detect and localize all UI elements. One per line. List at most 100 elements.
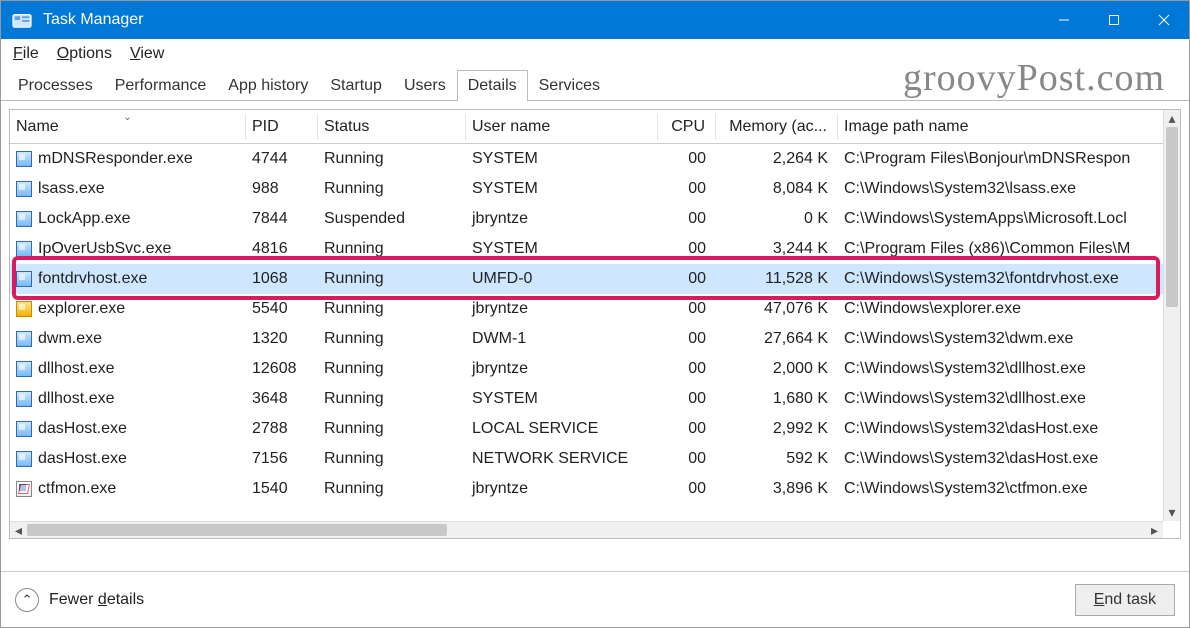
cell-user: SYSTEM	[466, 177, 658, 201]
scroll-left-icon[interactable]: ◂	[10, 522, 27, 539]
cell-memory: 3,244 K	[716, 237, 838, 261]
table-row[interactable]: dllhost.exe12608Runningjbryntze002,000 K…	[10, 354, 1181, 384]
cell-user: jbryntze	[466, 297, 658, 321]
table-row[interactable]: dasHost.exe7156RunningNETWORK SERVICE005…	[10, 444, 1181, 474]
cell-cpu: 00	[658, 327, 716, 351]
menu-file[interactable]: File	[13, 45, 39, 63]
cell-status: Running	[318, 267, 466, 291]
window-maximize-button[interactable]	[1089, 1, 1139, 39]
window-minimize-button[interactable]	[1039, 1, 1089, 39]
column-user[interactable]: User name	[466, 114, 658, 140]
process-icon	[16, 301, 32, 317]
scroll-right-icon[interactable]: ▸	[1146, 522, 1163, 539]
cell-cpu: 00	[658, 447, 716, 471]
cell-cpu: 00	[658, 207, 716, 231]
process-icon	[16, 151, 32, 167]
cell-pid: 1540	[246, 477, 318, 501]
cell-memory: 592 K	[716, 447, 838, 471]
cell-status: Running	[318, 327, 466, 351]
cell-cpu: 00	[658, 387, 716, 411]
cell-memory: 27,664 K	[716, 327, 838, 351]
horizontal-scroll-thumb[interactable]	[27, 524, 447, 536]
cell-pid: 4744	[246, 147, 318, 171]
window-title: Task Manager	[43, 11, 144, 29]
cell-path: C:\Windows\System32\fontdrvhost.exe	[838, 267, 1181, 291]
cell-pid: 1320	[246, 327, 318, 351]
cell-cpu: 00	[658, 147, 716, 171]
cell-pid: 988	[246, 177, 318, 201]
table-row[interactable]: mDNSResponder.exe4744RunningSYSTEM002,26…	[10, 144, 1181, 174]
table-row[interactable]: LockApp.exe7844Suspendedjbryntze000 KC:\…	[10, 204, 1181, 234]
app-icon	[11, 9, 33, 31]
cell-pid: 7844	[246, 207, 318, 231]
cell-path: C:\Program Files (x86)\Common Files\M	[838, 237, 1181, 261]
table-row[interactable]: lsass.exe988RunningSYSTEM008,084 KC:\Win…	[10, 174, 1181, 204]
column-path[interactable]: Image path name	[838, 114, 1181, 140]
menu-view[interactable]: View	[130, 45, 164, 63]
vertical-scrollbar[interactable]: ▴ ▾	[1163, 110, 1180, 521]
cell-memory: 1,680 K	[716, 387, 838, 411]
fewer-details-label[interactable]: Fewer details	[49, 591, 144, 609]
process-name: LockApp.exe	[38, 210, 131, 228]
cell-status: Running	[318, 297, 466, 321]
cell-status: Running	[318, 237, 466, 261]
tab-performance[interactable]: Performance	[104, 70, 218, 101]
vertical-scroll-thumb[interactable]	[1166, 127, 1178, 307]
end-task-button[interactable]: End task	[1075, 584, 1175, 616]
table-row[interactable]: IpOverUsbSvc.exe4816RunningSYSTEM003,244…	[10, 234, 1181, 264]
window-close-button[interactable]	[1139, 1, 1189, 39]
cell-status: Running	[318, 357, 466, 381]
process-icon	[16, 331, 32, 347]
menu-options[interactable]: Options	[57, 45, 112, 63]
tab-users[interactable]: Users	[393, 70, 457, 101]
tab-startup[interactable]: Startup	[319, 70, 393, 101]
cell-path: C:\Windows\System32\ctfmon.exe	[838, 477, 1181, 501]
tab-strip: ProcessesPerformanceApp historyStartupUs…	[1, 67, 1189, 101]
tab-app-history[interactable]: App history	[217, 70, 319, 101]
process-name: explorer.exe	[38, 300, 125, 318]
column-cpu[interactable]: CPU	[658, 114, 716, 140]
table-row[interactable]: explorer.exe5540Runningjbryntze0047,076 …	[10, 294, 1181, 324]
process-name: dwm.exe	[38, 330, 102, 348]
column-memory[interactable]: Memory (ac...	[716, 114, 838, 140]
table-row[interactable]: ctfmon.exe1540Runningjbryntze003,896 KC:…	[10, 474, 1181, 504]
table-row[interactable]: fontdrvhost.exe1068RunningUMFD-00011,528…	[10, 264, 1181, 294]
fewer-details-toggle[interactable]: ⌃	[15, 588, 39, 612]
chevron-up-icon: ⌃	[22, 592, 33, 608]
column-status[interactable]: Status	[318, 114, 466, 140]
cell-memory: 11,528 K	[716, 267, 838, 291]
window-titlebar: Task Manager	[1, 1, 1189, 39]
horizontal-scrollbar[interactable]: ◂ ▸	[10, 521, 1163, 538]
cell-path: C:\Windows\System32\dllhost.exe	[838, 387, 1181, 411]
table-row[interactable]: dwm.exe1320RunningDWM-10027,664 KC:\Wind…	[10, 324, 1181, 354]
scroll-up-icon[interactable]: ▴	[1164, 110, 1180, 127]
cell-status: Suspended	[318, 207, 466, 231]
process-icon	[16, 481, 32, 497]
tab-details[interactable]: Details	[457, 70, 528, 101]
column-name[interactable]: Name⌄	[10, 114, 246, 140]
cell-pid: 4816	[246, 237, 318, 261]
cell-user: NETWORK SERVICE	[466, 447, 658, 471]
process-name: dllhost.exe	[38, 390, 115, 408]
menu-bar: File Options View	[1, 39, 1189, 67]
table-row[interactable]: dllhost.exe3648RunningSYSTEM001,680 KC:\…	[10, 384, 1181, 414]
cell-path: C:\Windows\System32\dllhost.exe	[838, 357, 1181, 381]
cell-path: C:\Program Files\Bonjour\mDNSRespon	[838, 147, 1181, 171]
cell-user: UMFD-0	[466, 267, 658, 291]
table-row[interactable]: dasHost.exe2788RunningLOCAL SERVICE002,9…	[10, 414, 1181, 444]
cell-pid: 12608	[246, 357, 318, 381]
cell-path: C:\Windows\System32\dasHost.exe	[838, 417, 1181, 441]
cell-pid: 5540	[246, 297, 318, 321]
cell-status: Running	[318, 147, 466, 171]
tab-processes[interactable]: Processes	[7, 70, 104, 101]
column-pid[interactable]: PID	[246, 114, 318, 140]
process-icon	[16, 211, 32, 227]
scroll-down-icon[interactable]: ▾	[1164, 504, 1180, 521]
tab-services[interactable]: Services	[528, 70, 611, 101]
cell-cpu: 00	[658, 477, 716, 501]
process-name: fontdrvhost.exe	[38, 270, 147, 288]
cell-memory: 2,264 K	[716, 147, 838, 171]
cell-cpu: 00	[658, 237, 716, 261]
cell-memory: 2,992 K	[716, 417, 838, 441]
process-icon	[16, 181, 32, 197]
